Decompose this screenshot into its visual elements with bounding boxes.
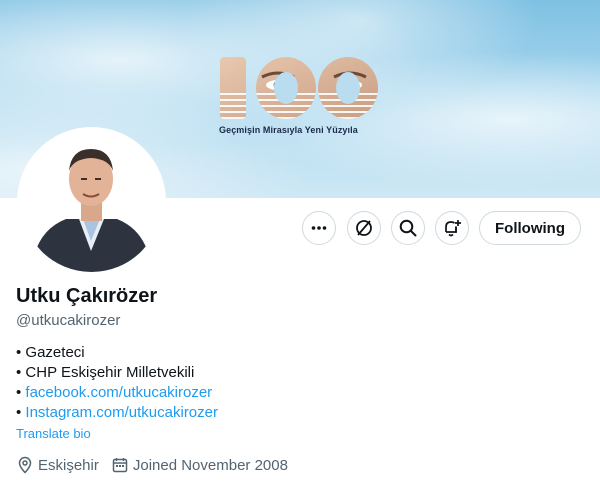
search-profile-button[interactable] — [391, 211, 425, 245]
joined-item: Joined November 2008 — [111, 456, 288, 474]
bell-plus-icon — [445, 220, 461, 237]
notifications-button[interactable] — [435, 211, 469, 245]
banner-100-logo — [220, 57, 378, 119]
following-button[interactable]: Following — [479, 211, 581, 245]
calendar-icon — [112, 458, 128, 473]
bio-line: • Gazeteci — [16, 343, 218, 363]
location-pin-icon — [18, 456, 32, 474]
instagram-link[interactable]: Instagram.com/utkucakirozer — [25, 404, 218, 421]
bio-bullet: • — [16, 364, 26, 381]
profile-bio: • Gazeteci • CHP Eskişehir Milletvekili … — [16, 343, 218, 423]
translate-bio-link[interactable]: Translate bio — [16, 426, 91, 441]
location-item: Eskişehir — [16, 456, 99, 474]
grok-button[interactable] — [347, 211, 381, 245]
search-icon — [399, 219, 417, 237]
joined-text: Joined November 2008 — [132, 456, 288, 474]
bio-line: • Instagram.com/utkucakirozer — [16, 403, 218, 423]
more-dots-icon — [311, 226, 327, 230]
facebook-link[interactable]: facebook.com/utkucakirozer — [25, 384, 212, 401]
bio-bullet: • — [16, 384, 26, 401]
profile-avatar[interactable] — [17, 127, 166, 276]
bio-line: • facebook.com/utkucakirozer — [16, 383, 218, 403]
banner-slogan: Geçmişin Mirasıyla Yeni Yüzyıla — [219, 125, 358, 135]
bio-text: Gazeteci — [25, 344, 85, 361]
bio-line: • CHP Eskişehir Milletvekili — [16, 363, 218, 383]
profile-meta: Eskişehir Joined November 2008 — [16, 456, 300, 474]
profile-handle: @utkucakirozer — [16, 312, 121, 329]
bio-bullet: • — [16, 404, 26, 421]
more-options-button[interactable] — [302, 211, 336, 245]
bio-bullet: • — [16, 344, 26, 361]
bio-text: CHP Eskişehir Milletvekili — [25, 364, 195, 381]
profile-name: Utku Çakırözer — [16, 285, 158, 307]
location-text: Eskişehir — [38, 456, 99, 474]
avatar-image — [21, 131, 162, 272]
slashed-circle-icon — [356, 220, 372, 236]
